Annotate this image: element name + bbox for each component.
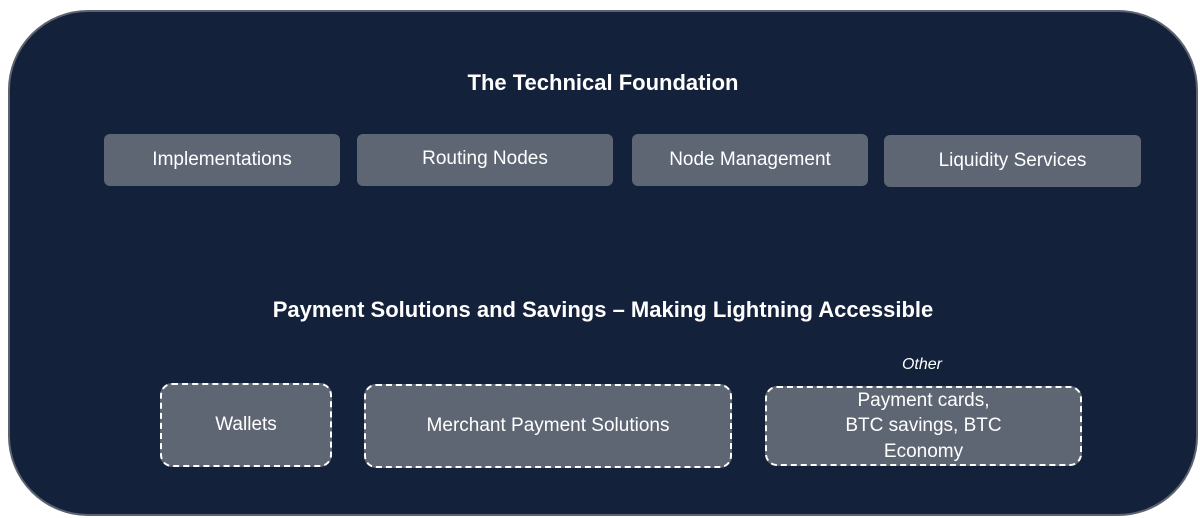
- liquidity-services-box: Liquidity Services: [884, 135, 1141, 187]
- merchant-payment-solutions-label: Merchant Payment Solutions: [426, 415, 670, 437]
- technical-foundation-title: The Technical Foundation: [467, 70, 739, 95]
- diagram-panel: The Technical Foundation Implementations…: [8, 10, 1198, 516]
- liquidity-services-label: Liquidity Services: [938, 150, 1087, 172]
- implementations-label: Implementations: [152, 149, 292, 171]
- implementations-box: Implementations: [104, 134, 340, 186]
- routing-nodes-box: Routing Nodes: [357, 134, 613, 186]
- node-management-box: Node Management: [632, 134, 868, 186]
- wallets-label: Wallets: [215, 414, 277, 436]
- payment-cards-label: Payment cards, BTC savings, BTC Economy: [845, 389, 1002, 462]
- payment-cards-box: Payment cards, BTC savings, BTC Economy: [765, 386, 1082, 466]
- merchant-payment-solutions-box: Merchant Payment Solutions: [364, 384, 732, 468]
- wallets-box: Wallets: [160, 383, 332, 467]
- payment-solutions-title: Payment Solutions and Savings – Making L…: [272, 297, 934, 322]
- node-management-label: Node Management: [669, 149, 831, 171]
- other-label: Other: [901, 356, 942, 373]
- routing-nodes-label: Routing Nodes: [422, 148, 548, 169]
